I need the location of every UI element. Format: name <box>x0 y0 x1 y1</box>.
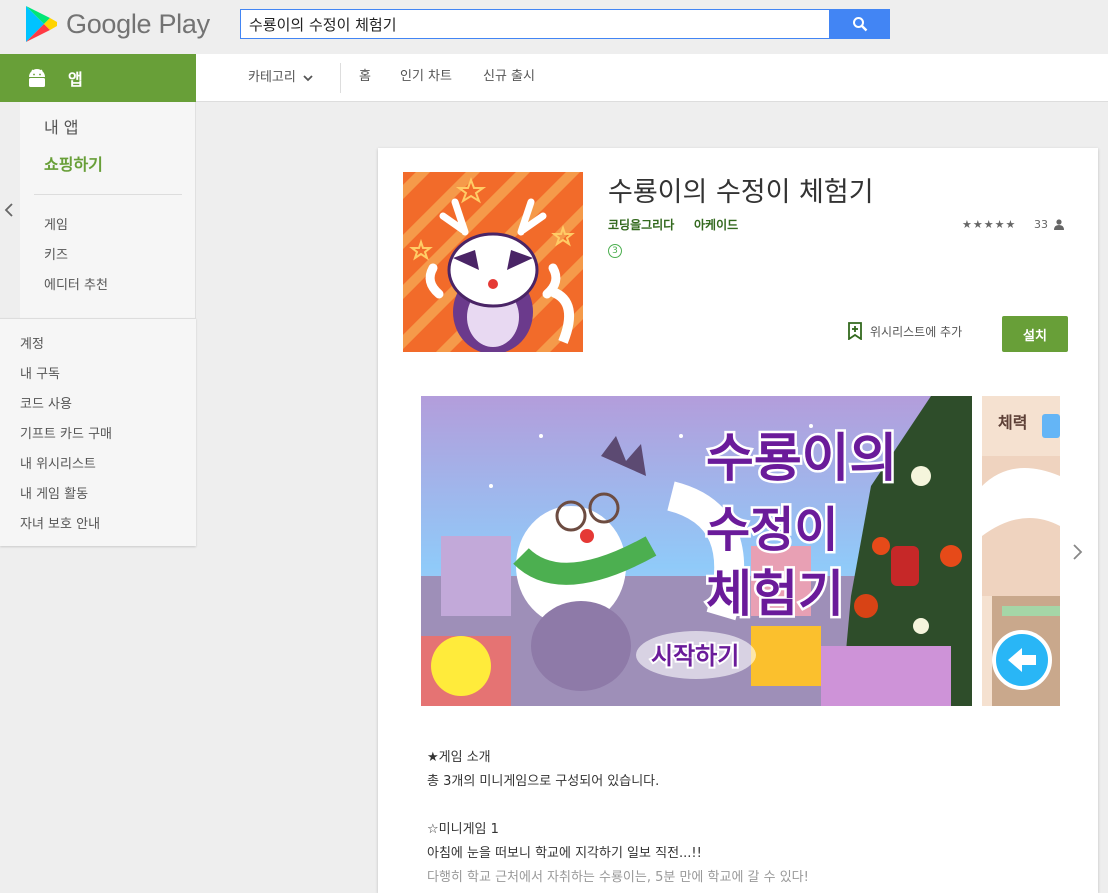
screenshot-1-start-label: 시작하기 <box>651 642 739 670</box>
nav-top-charts[interactable]: 인기 차트 <box>400 54 452 102</box>
search-icon <box>853 17 868 32</box>
sidebar-item-buy-gift-card[interactable]: 기프트 카드 구매 <box>20 423 112 442</box>
search-button[interactable] <box>830 9 890 39</box>
screenshot-1[interactable]: 수룡이의 수정이 체험기 시작하기 <box>421 396 972 706</box>
bookmark-add-icon <box>848 322 862 340</box>
sidebar-item-wishlist[interactable]: 내 위시리스트 <box>20 453 96 472</box>
nav-new-releases[interactable]: 신규 출시 <box>483 54 535 102</box>
content-rating-badge: 3 <box>608 244 622 258</box>
screenshot-2-art: 체력 <box>982 396 1060 706</box>
wishlist-label: 위시리스트에 추가 <box>870 324 963 339</box>
install-button[interactable]: 설치 <box>1002 316 1068 352</box>
rating-stars: ★★★★★ <box>962 218 1017 231</box>
play-logo-icon <box>26 6 57 42</box>
wishlist-button[interactable]: 위시리스트에 추가 <box>848 322 962 340</box>
sidebar-account: 계정 내 구독 코드 사용 기프트 카드 구매 내 위시리스트 내 게임 활동 … <box>0 318 196 546</box>
apps-section-header[interactable]: 앱 <box>0 54 196 102</box>
sidebar-item-parent-guide[interactable]: 자녀 보호 안내 <box>20 513 100 532</box>
search-bar <box>240 9 890 39</box>
nav-home[interactable]: 홈 <box>359 54 371 102</box>
app-description: ★게임 소개 총 3개의 미니게임으로 구성되어 있습니다. ☆미니게임 1 아… <box>427 746 1067 890</box>
sidebar-my-apps[interactable]: 내 앱 <box>44 114 79 138</box>
google-play-logo[interactable]: Google Play <box>24 5 210 43</box>
category-link[interactable]: 아케이드 <box>694 216 738 233</box>
chevron-down-icon <box>303 75 313 82</box>
description-line: ☆미니게임 1 <box>427 822 499 837</box>
sidebar-shop[interactable]: 쇼핑하기 <box>44 151 103 175</box>
screenshot-1-title-line-3: 체험기 <box>706 565 844 623</box>
nav-divider <box>340 63 341 93</box>
nav-categories[interactable]: 카테고리 <box>248 54 314 102</box>
nav-bar: 카테고리 홈 인기 차트 신규 출시 <box>196 54 1108 102</box>
screenshots-next-button[interactable] <box>1070 540 1084 568</box>
apps-label: 앱 <box>68 70 83 89</box>
search-input[interactable] <box>240 9 830 39</box>
nav-categories-label: 카테고리 <box>248 70 296 85</box>
screenshot-2-label: 체력 <box>998 413 1027 432</box>
person-icon <box>1054 219 1064 230</box>
sidebar-item-redeem[interactable]: 코드 사용 <box>20 393 72 412</box>
developer-link[interactable]: 코딩을그리다 <box>608 216 674 233</box>
chevron-right-icon <box>1073 544 1083 560</box>
sidebar-item-games[interactable]: 게임 <box>44 214 68 233</box>
description-line: ★게임 소개 <box>427 750 491 765</box>
chevron-left-icon <box>4 203 13 217</box>
screenshot-2[interactable]: 체력 <box>982 396 1060 706</box>
android-icon <box>29 69 45 87</box>
sidebar-primary: 내 앱 쇼핑하기 게임 키즈 에디터 추천 <box>20 102 196 318</box>
description-line: 아침에 눈을 떠보니 학교에 지각하기 일보 직전...!! <box>427 846 702 861</box>
rating-count: 33 <box>1034 218 1048 231</box>
description-line: 다행히 학교 근처에서 자취하는 수룡이는, 5분 만에 학교에 갈 수 있다! <box>427 870 809 885</box>
description-line: 총 3개의 미니게임으로 구성되어 있습니다. <box>427 774 660 789</box>
description-line <box>427 794 1067 818</box>
screenshot-1-title-line-1: 수룡이의 <box>706 429 897 489</box>
sidebar-item-subscriptions[interactable]: 내 구독 <box>20 363 60 382</box>
app-icon-image <box>403 172 583 352</box>
brand-name: Google Play <box>66 8 210 39</box>
sidebar-item-kids[interactable]: 키즈 <box>44 244 68 263</box>
screenshot-1-art: 수룡이의 수정이 체험기 시작하기 <box>421 396 972 706</box>
app-title: 수룡이의 수정이 체험기 <box>608 177 874 208</box>
sidebar-divider <box>34 194 182 195</box>
sidebar-item-account[interactable]: 계정 <box>20 333 44 352</box>
top-bar: Google Play <box>0 0 1108 54</box>
sidebar-item-play-activity[interactable]: 내 게임 활동 <box>20 483 88 502</box>
screenshot-1-title-line-2: 수정이 <box>706 502 838 558</box>
sidebar-collapse-button[interactable] <box>2 200 16 220</box>
sidebar-item-editors-choice[interactable]: 에디터 추천 <box>44 274 108 293</box>
app-details-card: 수룡이의 수정이 체험기 코딩을그리다 아케이드 3 ★★★★★ 33 위시리스… <box>378 148 1098 893</box>
